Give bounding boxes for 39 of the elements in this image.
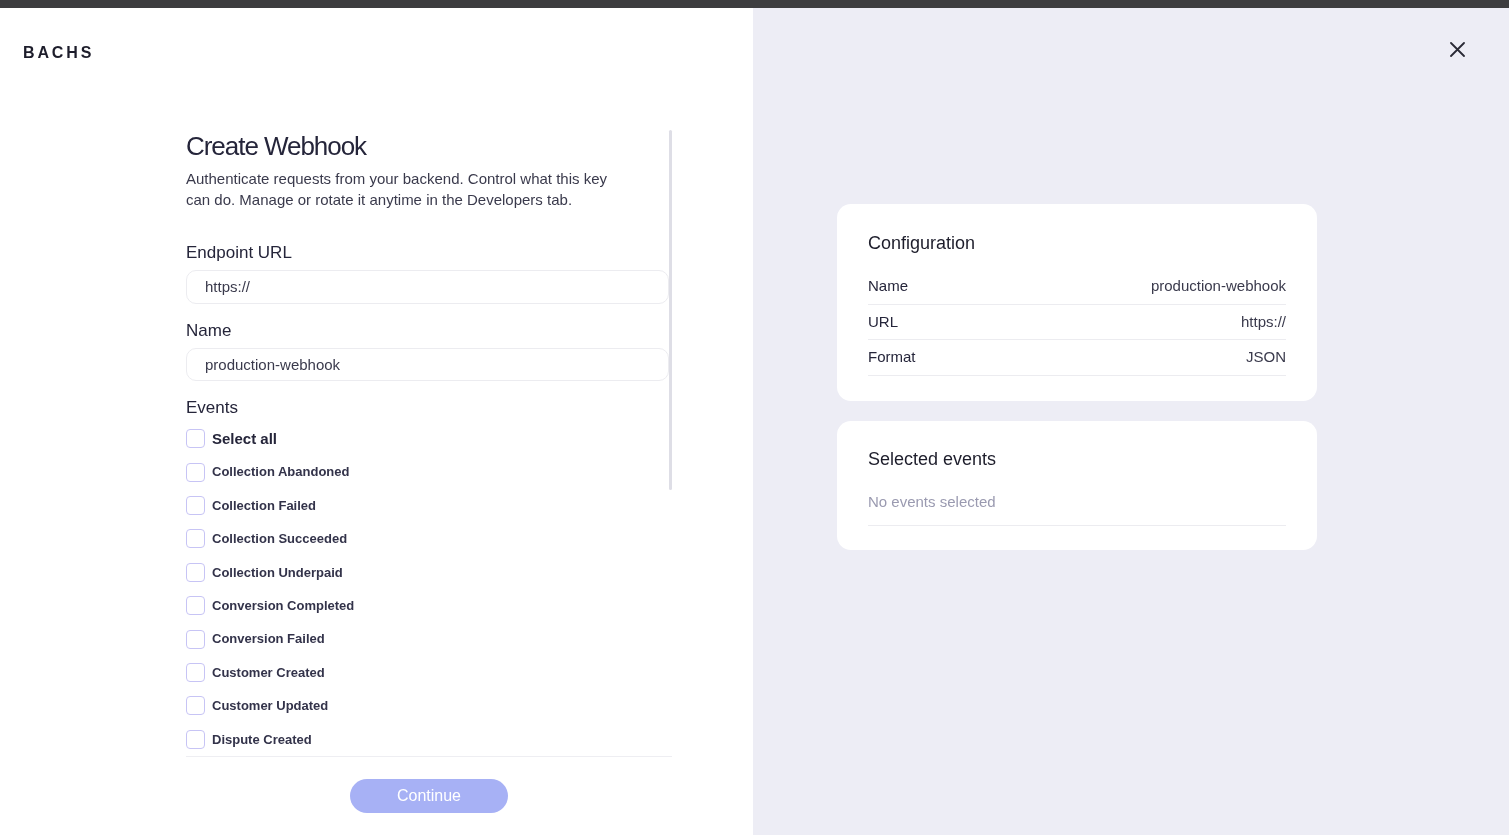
- checkbox[interactable]: [186, 462, 205, 482]
- config-value: https://: [1240, 311, 1286, 332]
- checkbox[interactable]: [186, 629, 205, 649]
- checkbox[interactable]: [186, 663, 205, 682]
- checkbox-label: Customer Created: [212, 663, 325, 682]
- checkbox[interactable]: [186, 562, 205, 582]
- checkbox-label: Collection Underpaid: [212, 563, 343, 582]
- logo: BACHS: [23, 43, 95, 63]
- config-label: Name: [868, 276, 908, 296]
- config-label: Format: [868, 347, 916, 367]
- config-value: JSON: [1246, 347, 1286, 367]
- config-label: URL: [868, 311, 898, 332]
- card-title: Selected events: [868, 447, 998, 471]
- checkbox[interactable]: [186, 529, 205, 549]
- field-label: Name: [186, 319, 233, 342]
- checkbox-label: Collection Abandoned: [212, 463, 350, 482]
- scrollbar[interactable]: [669, 130, 672, 490]
- checkbox-label: Conversion Failed: [212, 630, 325, 649]
- checkbox[interactable]: [186, 496, 205, 516]
- checkbox[interactable]: [186, 596, 205, 616]
- checkbox-label: Select all: [212, 428, 278, 449]
- empty-text: No events selected: [868, 491, 997, 512]
- close-icon[interactable]: [1450, 42, 1465, 57]
- form-description: Authenticate requests from your backend. Control what this key can do. Manage or rotate it anytime in the Developers tab.: [186, 169, 609, 210]
- section-label: Events: [186, 397, 239, 420]
- text-field[interactable]: production-webhook: [186, 347, 669, 382]
- checkbox-label: Conversion Completed: [212, 597, 355, 615]
- form-title: Create Webhook: [186, 130, 368, 162]
- checkbox-label: Collection Failed: [212, 496, 316, 515]
- card-title: Configuration: [868, 232, 977, 255]
- text-field[interactable]: https://: [186, 270, 669, 304]
- checkbox-label: Customer Updated: [212, 697, 329, 716]
- field-label: Endpoint URL: [186, 242, 293, 264]
- checkbox[interactable]: [186, 696, 205, 716]
- checkbox-label: Collection Succeeded: [212, 530, 348, 549]
- checkbox[interactable]: [186, 729, 205, 749]
- config-value: production-webhook: [1150, 276, 1286, 296]
- checkbox[interactable]: [186, 429, 205, 449]
- checkbox-label: Dispute Created: [212, 730, 312, 749]
